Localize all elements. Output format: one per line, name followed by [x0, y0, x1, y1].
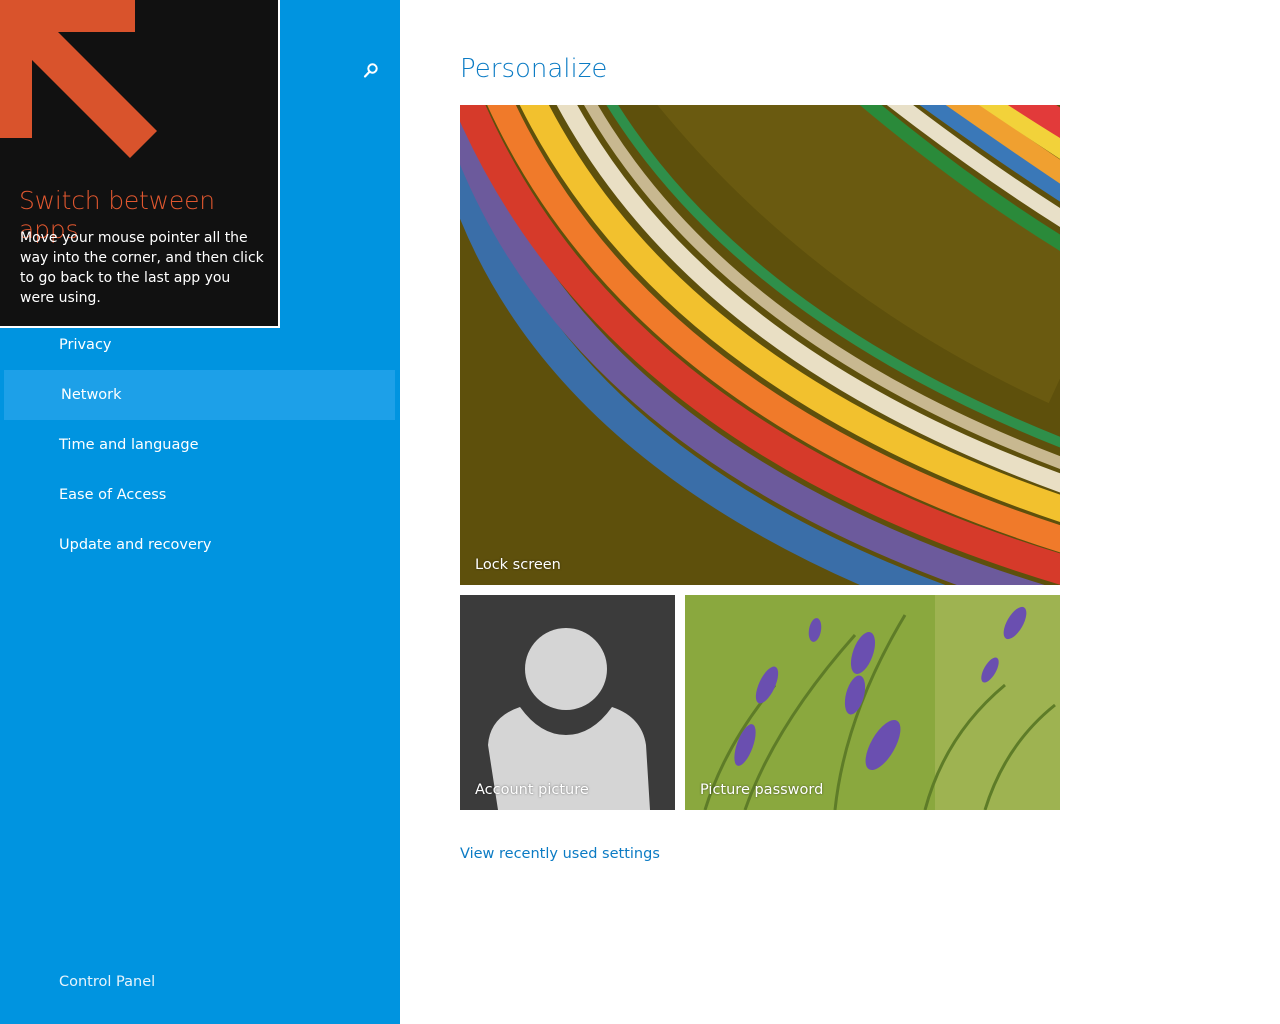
picture-password-tile[interactable]: Picture password: [685, 595, 1060, 810]
lock-screen-tile[interactable]: Lock screen: [460, 105, 1060, 585]
sidebar-nav: Privacy Network Time and language Ease o…: [4, 320, 395, 570]
corner-arrow-icon: [0, 0, 157, 158]
account-picture-label: Account picture: [475, 782, 589, 798]
sidebar-item-label: Time and language: [59, 437, 199, 453]
sidebar-item-ease-of-access[interactable]: Ease of Access: [4, 470, 395, 520]
page-title: Personalize: [460, 54, 608, 84]
view-recent-settings-link[interactable]: View recently used settings: [460, 846, 660, 862]
picture-password-label: Picture password: [700, 782, 824, 798]
sidebar-item-label: Update and recovery: [59, 537, 212, 553]
switch-apps-tip: Switch between apps Move your mouse poin…: [0, 0, 280, 328]
lock-screen-image: [460, 105, 1060, 585]
pc-settings-page: Privacy Network Time and language Ease o…: [0, 0, 1280, 1024]
lock-screen-label: Lock screen: [475, 557, 561, 573]
user-avatar-icon: [488, 628, 650, 810]
sidebar-item-label: Ease of Access: [59, 487, 167, 503]
sidebar-item-update-and-recovery[interactable]: Update and recovery: [4, 520, 395, 570]
search-icon: [363, 63, 378, 78]
sidebar-item-time-and-language[interactable]: Time and language: [4, 420, 395, 470]
search-button[interactable]: [358, 58, 384, 84]
tip-body: Move your mouse pointer all the way into…: [20, 230, 264, 306]
control-panel-link[interactable]: Control Panel: [59, 974, 155, 990]
lavender-image: [685, 595, 1060, 810]
sidebar-item-network[interactable]: Network: [4, 370, 395, 420]
sidebar-item-label: Privacy: [59, 337, 112, 353]
account-picture-tile[interactable]: Account picture: [460, 595, 675, 810]
sidebar-item-label: Network: [61, 387, 122, 403]
